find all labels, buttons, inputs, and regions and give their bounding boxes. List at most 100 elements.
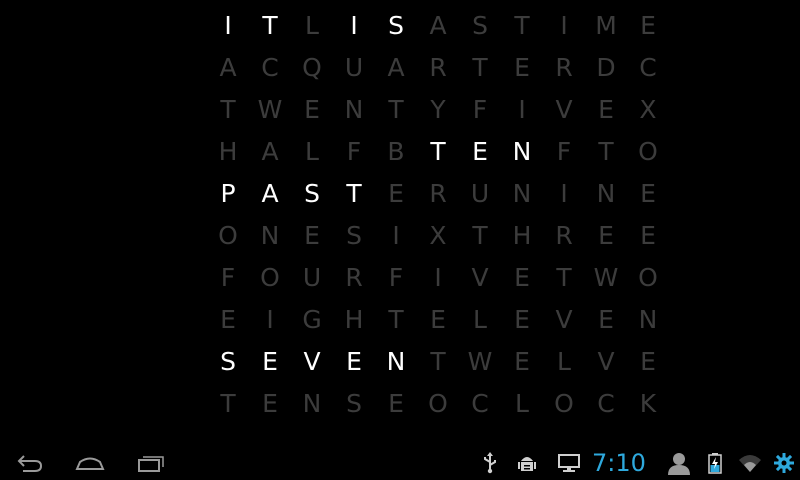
dim-letter: F: [388, 263, 404, 292]
dim-letter: W: [593, 263, 619, 292]
dim-letter: O: [638, 263, 658, 292]
dim-letter: T: [388, 95, 404, 124]
dim-letter: F: [346, 137, 362, 166]
dim-letter: S: [346, 221, 362, 250]
grid-row: PASTERUNINE: [207, 173, 669, 215]
dim-letter: I: [266, 305, 274, 334]
home-button[interactable]: [70, 449, 110, 477]
lit-letter: S: [220, 347, 236, 376]
lit-letter: I: [350, 11, 358, 40]
dim-letter: F: [220, 263, 236, 292]
dim-letter: O: [218, 221, 238, 250]
dim-letter: E: [262, 389, 278, 418]
lit-letter: I: [224, 11, 232, 40]
dim-letter: E: [640, 179, 656, 208]
dim-letter: Y: [430, 95, 446, 124]
recent-apps-button[interactable]: [130, 449, 170, 477]
dim-letter: V: [471, 263, 489, 292]
dim-letter: E: [514, 347, 530, 376]
system-bar: 7:10: [0, 446, 800, 480]
dim-letter: X: [639, 95, 657, 124]
lit-letter: S: [304, 179, 320, 208]
dim-letter: H: [218, 137, 238, 166]
dim-letter: E: [514, 305, 530, 334]
screen-icon[interactable]: [557, 451, 581, 475]
dim-letter: T: [472, 221, 488, 250]
dim-letter: T: [430, 347, 446, 376]
lit-letter: P: [220, 179, 236, 208]
dim-letter: R: [555, 53, 573, 82]
usb-icon[interactable]: [478, 451, 502, 475]
dim-letter: O: [638, 137, 658, 166]
grid-row: TWENTYFIVEX: [207, 89, 669, 131]
dim-letter: N: [302, 389, 322, 418]
lit-letter: A: [261, 179, 279, 208]
dim-letter: T: [220, 95, 236, 124]
dim-letter: W: [467, 347, 493, 376]
dim-letter: B: [387, 137, 405, 166]
dim-letter: N: [344, 95, 364, 124]
dim-letter: E: [430, 305, 446, 334]
dim-letter: R: [429, 53, 447, 82]
dim-letter: L: [305, 137, 319, 166]
dim-letter: F: [472, 95, 488, 124]
dim-letter: E: [640, 221, 656, 250]
dim-letter: N: [638, 305, 658, 334]
recent-apps-icon: [138, 456, 164, 472]
dim-letter: F: [556, 137, 572, 166]
dim-letter: X: [429, 221, 447, 250]
dim-letter: E: [598, 95, 614, 124]
back-button[interactable]: [10, 449, 50, 477]
settings-icon[interactable]: [772, 451, 796, 475]
dim-letter: U: [344, 53, 364, 82]
dim-letter: E: [640, 11, 656, 40]
dim-letter: E: [304, 95, 320, 124]
lit-letter: E: [262, 347, 278, 376]
dim-letter: L: [305, 11, 319, 40]
dim-letter: N: [596, 179, 616, 208]
user-icon[interactable]: [666, 451, 692, 475]
dim-letter: E: [598, 305, 614, 334]
lit-letter: T: [430, 137, 446, 166]
dim-letter: T: [220, 389, 236, 418]
android-debug-icon[interactable]: [515, 451, 539, 475]
grid-row: ACQUARTERDC: [207, 47, 669, 89]
dim-letter: V: [597, 347, 615, 376]
dim-letter: C: [597, 389, 615, 418]
dim-letter: H: [512, 221, 532, 250]
battery-icon[interactable]: [703, 451, 727, 475]
dim-letter: H: [344, 305, 364, 334]
dim-letter: E: [220, 305, 236, 334]
screen: ITLISASTIMEACQUARTERDCTWENTYFIVEXHALFBTE…: [0, 0, 800, 480]
dim-letter: L: [473, 305, 487, 334]
dim-letter: U: [470, 179, 490, 208]
dim-letter: U: [302, 263, 322, 292]
grid-row: SEVENTWELVE: [207, 341, 669, 383]
dim-letter: A: [387, 53, 405, 82]
wifi-icon[interactable]: [738, 451, 762, 475]
grid-row: ITLISASTIME: [207, 5, 669, 47]
dim-letter: E: [640, 347, 656, 376]
dim-letter: V: [555, 95, 573, 124]
lit-letter: E: [346, 347, 362, 376]
dim-letter: N: [260, 221, 280, 250]
dim-letter: O: [260, 263, 280, 292]
dim-letter: O: [428, 389, 448, 418]
dim-letter: W: [257, 95, 283, 124]
dim-letter: O: [554, 389, 574, 418]
dim-letter: A: [219, 53, 237, 82]
lit-letter: T: [262, 11, 278, 40]
home-icon: [75, 457, 105, 470]
dim-letter: K: [639, 389, 657, 418]
back-icon: [17, 455, 43, 472]
lit-letter: N: [386, 347, 406, 376]
lit-letter: T: [346, 179, 362, 208]
dim-letter: T: [514, 11, 530, 40]
dim-letter: S: [346, 389, 362, 418]
status-clock[interactable]: 7:10: [592, 449, 646, 477]
dim-letter: C: [639, 53, 657, 82]
dim-letter: L: [515, 389, 529, 418]
dim-letter: E: [598, 221, 614, 250]
lit-letter: V: [303, 347, 321, 376]
dim-letter: R: [345, 263, 363, 292]
